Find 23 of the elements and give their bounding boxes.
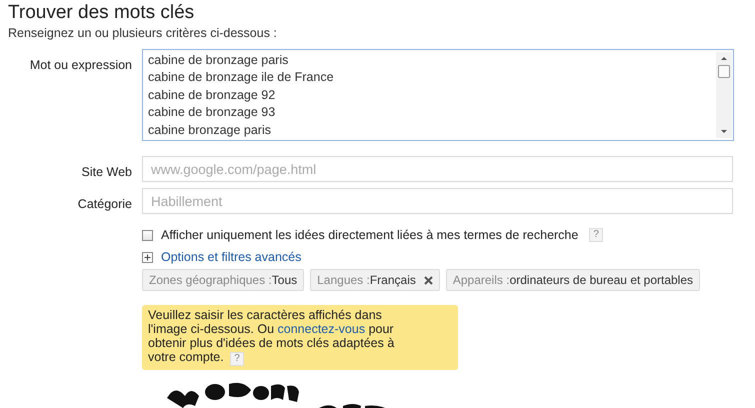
filter-chip[interactable]: Appareils :ordinateurs de bureau et portables <box>446 269 700 291</box>
notice-text: Veuillez saisir les caractères affichés dans l'image ci-dessous. Ou connectez-vous pour obtenir plus d'idées de mots clés adaptées à votre compte. ? <box>142 305 458 370</box>
filter-chip[interactable]: Zones géographiques :Tous <box>142 269 304 291</box>
keyword-line: cabine de bronzage 92 <box>148 88 276 104</box>
filter-chip[interactable]: Langues :Français <box>310 269 440 291</box>
keywords-field[interactable]: cabine de bronzage paris cabine de bronzage ile de France cabine de bronzage 92 cabine de bronzage 93 cabine bronzage paris <box>142 49 734 141</box>
advanced-options-link[interactable]: Options et filtres avancés <box>161 250 302 264</box>
keyword-line: cabine de bronzage paris <box>148 53 290 68</box>
page-title: Trouver des mots clés <box>7 1 196 24</box>
subtitle: Renseignez un ou plusieurs critères ci-dessous : <box>8 26 278 40</box>
sign-in-link[interactable]: connectez-vous <box>278 322 366 336</box>
checkbox-label: Afficher uniquement les idées directement liées à mes termes de recherche <box>161 228 578 242</box>
keyword-line: cabine de bronzage 93 <box>148 105 276 121</box>
field-label: Site Web <box>82 164 132 181</box>
input-field[interactable]: Habillement <box>142 188 733 214</box>
checkbox[interactable] <box>142 230 153 240</box>
keyword-line: cabine de bronzage ile de France <box>148 70 335 86</box>
keyword-line: cabine bronzage paris <box>148 122 272 138</box>
input-field[interactable]: www.google.com/page.html <box>142 156 733 182</box>
field-label: Mot ou expression <box>30 57 132 74</box>
plus-icon[interactable] <box>142 252 153 262</box>
field-label: Catégorie <box>78 196 132 213</box>
close-icon[interactable] <box>424 276 433 284</box>
